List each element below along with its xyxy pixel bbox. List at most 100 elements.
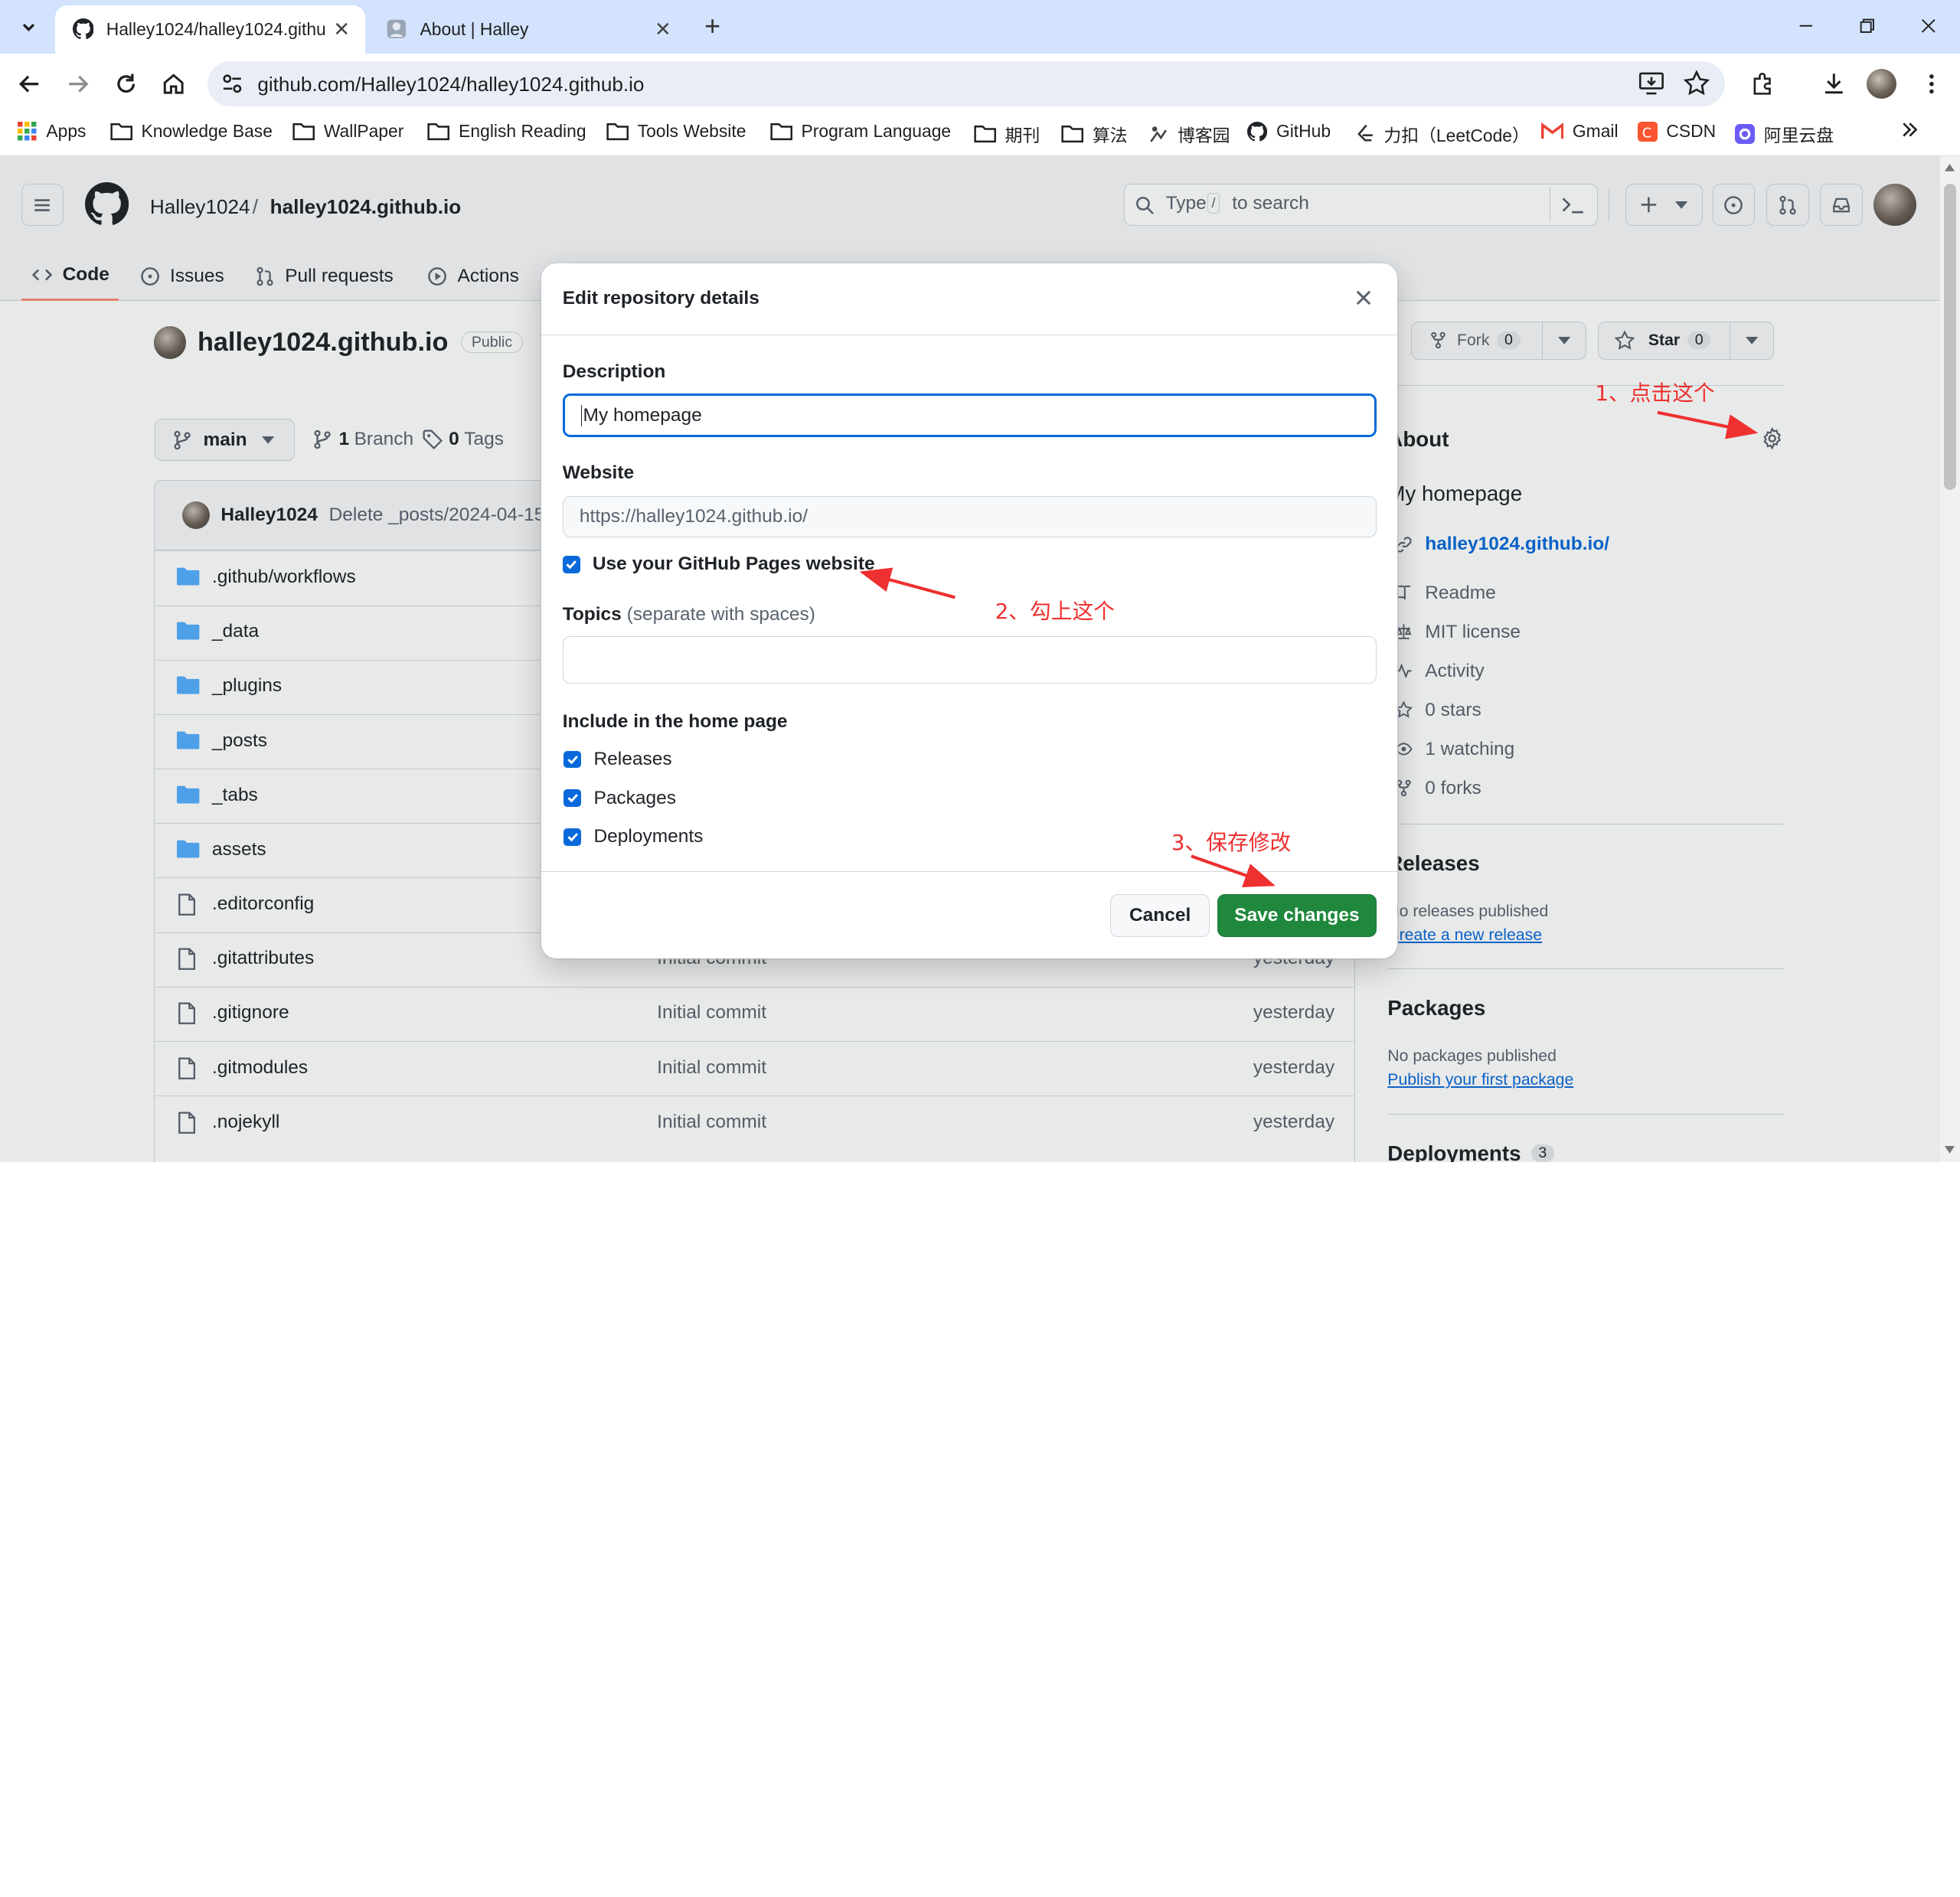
aliyun-drive-icon xyxy=(1735,124,1756,145)
bookmark-label: 期刊 xyxy=(1004,126,1040,146)
folder-icon xyxy=(292,122,315,142)
profile-button[interactable] xyxy=(1863,65,1900,103)
website-input[interactable]: https://halley1024.github.io/ xyxy=(562,496,1377,538)
bookmark-5[interactable]: Program Language xyxy=(770,121,951,142)
bookmark-10[interactable]: 力扣（LeetCode） xyxy=(1355,121,1530,147)
packages-option-label: Packages xyxy=(593,787,677,808)
bookmark-0[interactable]: Apps xyxy=(17,121,87,142)
bookmark-label: 阿里云盘 xyxy=(1763,126,1834,146)
text-caret xyxy=(580,404,582,426)
bookmark-2[interactable]: WallPaper xyxy=(292,121,403,142)
bookmark-label: 算法 xyxy=(1092,126,1128,146)
scroll-down-icon[interactable] xyxy=(1945,1146,1955,1154)
bookmark-star-icon[interactable] xyxy=(1683,70,1710,97)
close-tab-icon[interactable]: ✕ xyxy=(333,18,350,41)
chrome-menu-button[interactable] xyxy=(1913,65,1950,103)
use-pages-checkbox[interactable]: Use your GitHub Pages website xyxy=(562,553,875,575)
description-input[interactable]: My homepage xyxy=(562,393,1377,438)
reload-icon xyxy=(117,73,136,93)
kebab-menu-icon xyxy=(1929,73,1934,93)
browser-window: Halley1024/halley1024.githu ✕ About | Ha… xyxy=(0,0,1960,1897)
annotation-step-1: 1、点击这个 xyxy=(1595,380,1715,406)
back-button[interactable] xyxy=(11,65,49,103)
topics-label: Topics (separate with spaces) xyxy=(563,604,815,625)
url-text[interactable]: github.com/Halley1024/halley1024.github.… xyxy=(257,73,644,96)
cancel-button[interactable]: Cancel xyxy=(1109,894,1210,937)
bookmark-1[interactable]: Knowledge Base xyxy=(110,121,273,142)
forward-button[interactable] xyxy=(59,65,96,103)
folder-icon xyxy=(974,124,996,144)
close-icon[interactable] xyxy=(1350,284,1377,312)
checkbox-checked[interactable] xyxy=(564,750,582,769)
packages-checkbox[interactable]: Packages xyxy=(564,788,676,809)
bookmark-label: 博客园 xyxy=(1177,126,1230,146)
bookmark-9[interactable]: GitHub xyxy=(1247,121,1331,142)
extensions-button[interactable] xyxy=(1745,65,1782,103)
bookmark-4[interactable]: Tools Website xyxy=(606,121,746,142)
home-button[interactable] xyxy=(155,65,192,103)
scrollbar-thumb[interactable] xyxy=(1943,183,1957,490)
bookmark-8[interactable]: 博客园 xyxy=(1148,121,1230,147)
bookmarks-bar: Apps Knowledge Base WallPaper English Readi… xyxy=(0,113,1960,157)
save-changes-button[interactable]: Save changes xyxy=(1217,894,1377,937)
topics-hint: (separate with spaces) xyxy=(626,603,815,625)
close-tab-icon[interactable]: ✕ xyxy=(655,18,671,41)
folder-icon xyxy=(770,122,792,142)
new-tab-button[interactable]: + xyxy=(695,10,730,45)
deployments-checkbox[interactable]: Deployments xyxy=(564,826,703,847)
tab-github-repo[interactable]: Halley1024/halley1024.githu ✕ xyxy=(54,5,365,54)
svg-text:C: C xyxy=(1642,125,1652,141)
scroll-up-icon[interactable] xyxy=(1945,163,1955,171)
tab-search-button[interactable] xyxy=(10,8,47,46)
folder-icon xyxy=(1061,124,1084,144)
downloads-button[interactable] xyxy=(1815,65,1853,103)
tab-bar: Halley1024/halley1024.githu ✕ About | Ha… xyxy=(0,0,1960,54)
chevron-down-icon xyxy=(22,24,35,32)
bookmark-11[interactable]: Gmail xyxy=(1541,121,1619,142)
dialog-title: Edit repository details xyxy=(562,287,760,309)
apps-grid-icon xyxy=(17,121,38,142)
bookmark-label: Tools Website xyxy=(637,121,746,142)
site-info-icon[interactable] xyxy=(220,71,245,96)
minimize-button[interactable] xyxy=(1776,8,1836,45)
arrow-left-icon xyxy=(19,75,39,93)
bookmark-label: CSDN xyxy=(1666,121,1717,142)
bookmark-12[interactable]: C CSDN xyxy=(1637,121,1717,142)
minimize-icon xyxy=(1800,25,1813,28)
check-icon xyxy=(566,560,577,570)
bookmark-label: Apps xyxy=(46,121,87,142)
leetcode-icon xyxy=(1355,124,1375,144)
bookmark-7[interactable]: 算法 xyxy=(1061,121,1128,147)
address-bar[interactable]: github.com/Halley1024/halley1024.github.… xyxy=(207,60,1726,106)
bookmark-13[interactable]: 阿里云盘 xyxy=(1735,121,1834,147)
install-app-icon[interactable] xyxy=(1638,70,1665,97)
releases-option-label: Releases xyxy=(593,748,672,769)
profile-avatar xyxy=(1866,68,1896,99)
restore-button[interactable] xyxy=(1838,8,1897,45)
download-icon xyxy=(1824,73,1843,94)
website-value: https://halley1024.github.io/ xyxy=(579,506,808,527)
bookmark-label: 力扣（LeetCode） xyxy=(1383,126,1530,146)
bookmark-3[interactable]: English Reading xyxy=(427,121,586,142)
bookmark-label: Gmail xyxy=(1572,121,1619,142)
gmail-icon xyxy=(1541,122,1564,140)
tab-about-halley[interactable]: About | Halley ✕ xyxy=(369,5,687,54)
github-icon xyxy=(1247,121,1268,142)
bookmark-label: Knowledge Base xyxy=(141,121,273,142)
page-scrollbar[interactable] xyxy=(1939,156,1960,1163)
use-pages-label: Use your GitHub Pages website xyxy=(592,553,875,575)
restore-icon xyxy=(1860,19,1875,34)
checkbox-checked[interactable] xyxy=(564,789,582,807)
checkbox-checked[interactable] xyxy=(564,828,582,846)
close-window-button[interactable] xyxy=(1899,8,1958,45)
tab-title: About | Halley xyxy=(420,18,529,39)
csdn-icon: C xyxy=(1637,121,1658,142)
checkbox-checked[interactable] xyxy=(562,555,580,573)
releases-checkbox[interactable]: Releases xyxy=(564,748,672,770)
more-bookmarks-chevron-icon[interactable] xyxy=(1901,121,1919,139)
bookmark-label: WallPaper xyxy=(323,121,404,142)
topics-input[interactable] xyxy=(562,636,1377,684)
bookmark-6[interactable]: 期刊 xyxy=(974,121,1040,147)
github-page: Halley1024 / halley1024.github.io Type /… xyxy=(0,156,1940,1163)
reload-button[interactable] xyxy=(107,65,145,103)
